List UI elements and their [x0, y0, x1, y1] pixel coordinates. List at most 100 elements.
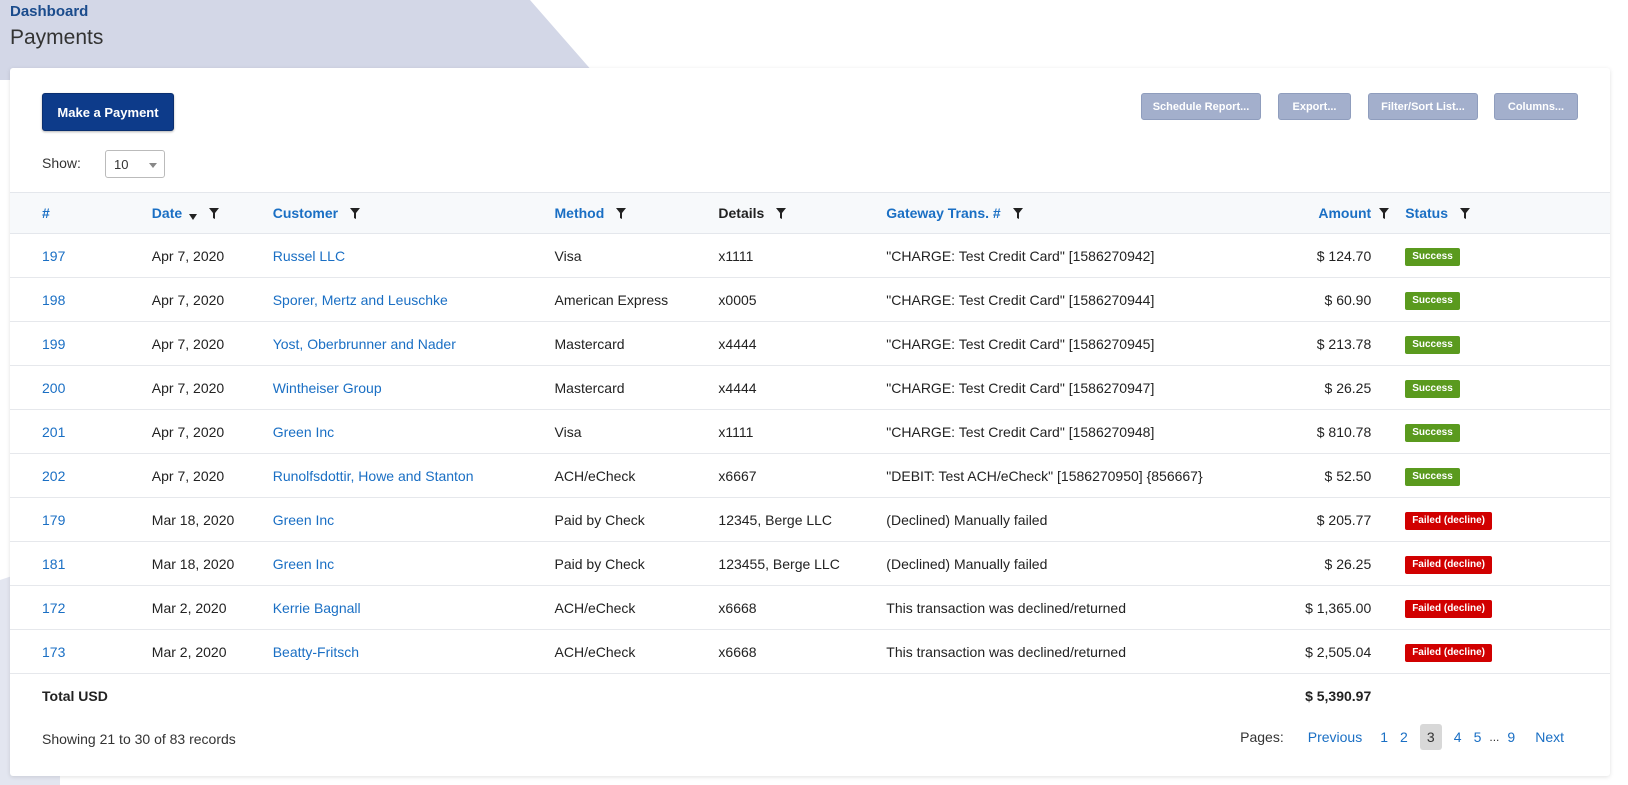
payment-number-link[interactable]: 198: [42, 292, 65, 308]
customer-link[interactable]: Russel LLC: [273, 248, 345, 264]
customer-link[interactable]: Beatty-Fritsch: [273, 644, 359, 660]
table-row[interactable]: 172 Mar 2, 2020 Kerrie Bagnall ACH/eCheck x6…: [10, 586, 1610, 630]
col-number[interactable]: #: [10, 193, 152, 234]
table-row[interactable]: 197 Apr 7, 2020 Russel LLC Visa x1111 "CHARGE…: [10, 234, 1610, 278]
page-link-last[interactable]: 9: [1507, 729, 1515, 745]
payment-number-link[interactable]: 173: [42, 644, 65, 660]
payment-method: Paid by Check: [554, 511, 645, 528]
customer-link[interactable]: Sporer, Mertz and Leuschke: [273, 292, 448, 308]
payment-amount: $ 26.25: [1324, 555, 1372, 572]
gateway-transaction: "CHARGE: Test Credit Card" [1586270947]: [886, 379, 1155, 396]
col-gateway[interactable]: Gateway Trans. #: [886, 193, 1305, 234]
payments-table: # Date Customer Method Details Gateway T…: [10, 192, 1610, 718]
payment-number-link[interactable]: 179: [42, 512, 65, 528]
table-row[interactable]: 202 Apr 7, 2020 Runolfsdottir, Howe and St…: [10, 454, 1610, 498]
payment-number-link[interactable]: 197: [42, 248, 65, 264]
status-badge: Failed (decline): [1405, 511, 1492, 530]
total-amount: $ 5,390.97: [1305, 687, 1372, 704]
col-date[interactable]: Date: [152, 193, 273, 234]
page-size-select[interactable]: 10: [105, 150, 165, 178]
records-summary: Showing 21 to 30 of 83 records: [42, 731, 236, 747]
payment-amount: $ 52.50: [1324, 467, 1372, 484]
filter-funnel-icon[interactable]: [1379, 208, 1390, 219]
payment-method: ACH/eCheck: [554, 599, 636, 616]
payment-amount: $ 26.25: [1324, 379, 1372, 396]
page-link[interactable]: 4: [1454, 729, 1462, 745]
page-link[interactable]: 2: [1400, 729, 1408, 745]
status-badge: Success: [1405, 423, 1460, 442]
table-row[interactable]: 200 Apr 7, 2020 Wintheiser Group Mastercard…: [10, 366, 1610, 410]
payment-method: Mastercard: [554, 379, 625, 396]
payment-date: Apr 7, 2020: [151, 423, 225, 440]
payment-number-link[interactable]: 200: [42, 380, 65, 396]
table-row[interactable]: 179 Mar 18, 2020 Green Inc Paid by Check 123…: [10, 498, 1610, 542]
status-badge: Failed (decline): [1405, 599, 1492, 618]
gateway-transaction: This transaction was declined/returned: [886, 643, 1126, 660]
filter-funnel-icon[interactable]: [349, 208, 360, 219]
payment-details: x1111: [718, 247, 754, 264]
page-link[interactable]: 5: [1474, 729, 1482, 745]
customer-link[interactable]: Green Inc: [273, 424, 334, 440]
gateway-transaction: "CHARGE: Test Credit Card" [1586270945]: [886, 335, 1155, 352]
payment-number-link[interactable]: 199: [42, 336, 65, 352]
page-current: 3: [1419, 724, 1442, 750]
col-amount[interactable]: Amount: [1305, 193, 1371, 234]
payment-number-link[interactable]: 181: [42, 556, 65, 572]
sort-desc-icon: [189, 214, 198, 220]
payment-method: ACH/eCheck: [554, 643, 636, 660]
filter-funnel-icon[interactable]: [776, 208, 787, 219]
page-links: 12345: [1374, 724, 1487, 750]
payment-number-link[interactable]: 201: [42, 424, 65, 440]
gateway-transaction: "DEBIT: Test ACH/eCheck" [1586270950] {8…: [886, 467, 1203, 484]
page-link[interactable]: 1: [1380, 729, 1388, 745]
table-row[interactable]: 201 Apr 7, 2020 Green Inc Visa x1111 "CHARGE:…: [10, 410, 1610, 454]
table-row[interactable]: 181 Mar 18, 2020 Green Inc Paid by Check 123…: [10, 542, 1610, 586]
col-status[interactable]: Status: [1405, 193, 1610, 234]
previous-page-link[interactable]: Previous: [1308, 729, 1362, 745]
payment-amount: $ 124.70: [1316, 247, 1372, 264]
payment-method: American Express: [554, 291, 669, 308]
payment-details: x4444: [718, 379, 757, 396]
payment-method: Visa: [554, 247, 582, 264]
payment-details: 123455, Berge LLC: [718, 555, 840, 572]
chevron-down-icon: [149, 163, 157, 168]
page-header: Dashboard Payments: [10, 3, 103, 50]
payment-amount: $ 810.78: [1316, 423, 1372, 440]
payment-number-link[interactable]: 202: [42, 468, 65, 484]
filter-funnel-icon[interactable]: [208, 208, 219, 219]
customer-link[interactable]: Green Inc: [273, 512, 334, 528]
col-amount-filter: [1371, 193, 1405, 234]
customer-link[interactable]: Kerrie Bagnall: [273, 600, 361, 616]
customer-link[interactable]: Yost, Oberbrunner and Nader: [273, 336, 456, 352]
make-payment-button[interactable]: Make a Payment: [42, 93, 174, 131]
filter-funnel-icon[interactable]: [1012, 208, 1023, 219]
customer-link[interactable]: Green Inc: [273, 556, 334, 572]
table-row[interactable]: 199 Apr 7, 2020 Yost, Oberbrunner and Nade…: [10, 322, 1610, 366]
schedule-report-button[interactable]: Schedule Report...: [1141, 93, 1261, 120]
breadcrumb-dashboard[interactable]: Dashboard: [10, 3, 103, 20]
filter-funnel-icon[interactable]: [616, 208, 627, 219]
payment-number-link[interactable]: 172: [42, 600, 65, 616]
payment-details: x6668: [718, 643, 757, 660]
payment-date: Apr 7, 2020: [151, 247, 225, 264]
next-page-link[interactable]: Next: [1535, 729, 1564, 745]
table-row[interactable]: 198 Apr 7, 2020 Sporer, Mertz and Leuschke…: [10, 278, 1610, 322]
total-label: Total USD: [42, 687, 108, 704]
table-row[interactable]: 173 Mar 2, 2020 Beatty-Fritsch ACH/eCheck x6…: [10, 630, 1610, 674]
filter-sort-button[interactable]: Filter/Sort List...: [1368, 93, 1478, 120]
payment-method: Visa: [554, 423, 582, 440]
status-badge: Failed (decline): [1405, 643, 1492, 662]
col-method[interactable]: Method: [555, 193, 719, 234]
payment-amount: $ 60.90: [1324, 291, 1372, 308]
show-label: Show:: [42, 155, 81, 171]
columns-button[interactable]: Columns...: [1494, 93, 1578, 120]
status-badge: Success: [1405, 247, 1460, 266]
filter-funnel-icon[interactable]: [1459, 208, 1470, 219]
customer-link[interactable]: Wintheiser Group: [273, 380, 382, 396]
payment-details: 12345, Berge LLC: [718, 511, 833, 528]
customer-link[interactable]: Runolfsdottir, Howe and Stanton: [273, 468, 474, 484]
payment-date: Apr 7, 2020: [151, 291, 225, 308]
payment-amount: $ 1,365.00: [1305, 599, 1372, 616]
export-button[interactable]: Export...: [1278, 93, 1351, 120]
col-customer[interactable]: Customer: [273, 193, 555, 234]
